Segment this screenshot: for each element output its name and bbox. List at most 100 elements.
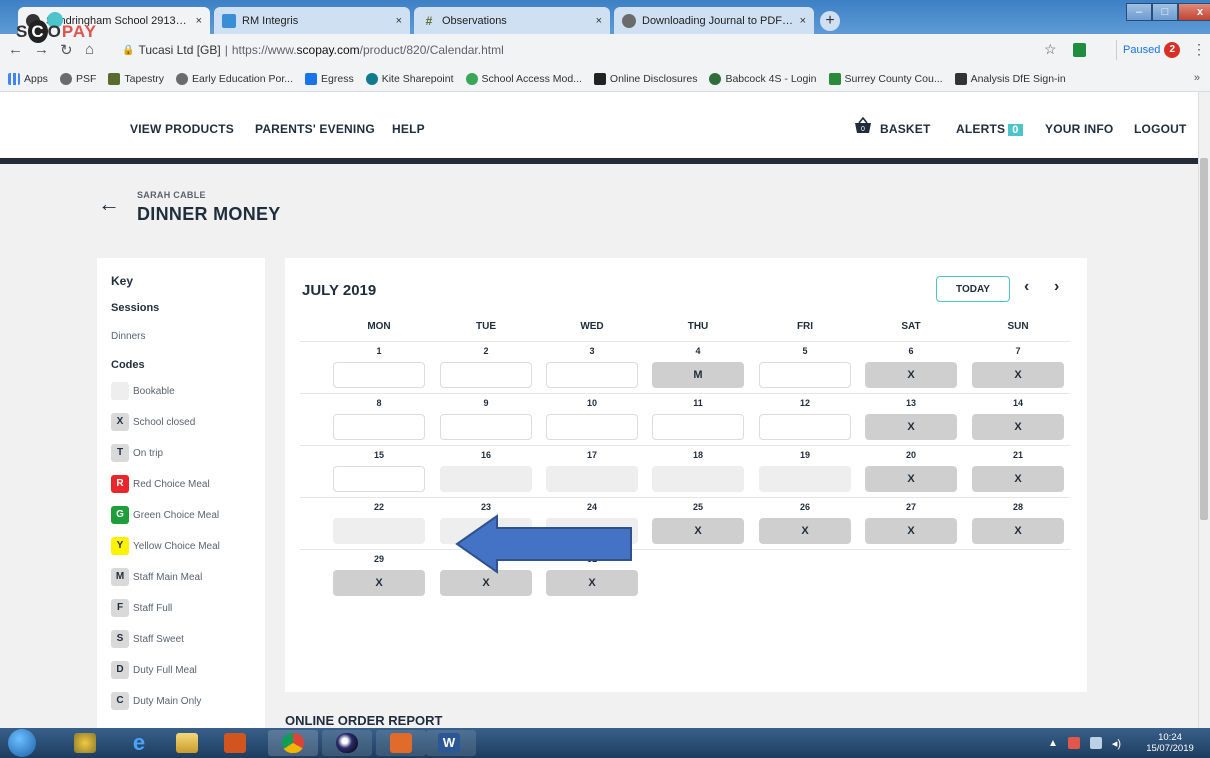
nav-parents-evening[interactable]: PARENTS' EVENING xyxy=(255,122,375,136)
close-window-button[interactable]: x xyxy=(1178,3,1210,21)
tab-close-icon[interactable]: × xyxy=(396,15,402,27)
page-scrollbar-thumb[interactable] xyxy=(1200,158,1208,520)
tab-close-icon[interactable]: × xyxy=(596,15,602,27)
bookmark-star-icon[interactable]: ☆ xyxy=(1044,41,1057,58)
url-prefix: https://www. xyxy=(231,43,297,57)
day-cell[interactable] xyxy=(759,362,851,388)
chrome-menu-icon[interactable]: ⋮ xyxy=(1192,41,1206,58)
babcock-icon xyxy=(709,72,722,85)
start-button[interactable] xyxy=(8,729,36,757)
nav-help[interactable]: HELP xyxy=(392,122,425,136)
home-icon[interactable]: ⌂ xyxy=(85,41,94,58)
network-icon[interactable] xyxy=(1089,737,1102,749)
day-number: 27 xyxy=(905,502,916,512)
new-tab-button[interactable]: + xyxy=(820,11,840,31)
bookmark-psf[interactable]: PSF xyxy=(59,72,96,85)
day-cell[interactable] xyxy=(440,414,532,440)
bookmark-surrey-county[interactable]: Surrey County Cou... xyxy=(828,72,943,85)
scopay-logo[interactable]: S C OPAY xyxy=(16,20,97,43)
bookmark-tapestry[interactable]: Tapestry xyxy=(108,72,164,85)
back-arrow-icon[interactable]: ← xyxy=(98,191,120,217)
key-code-chip: G xyxy=(111,506,129,524)
day-cell: X xyxy=(865,518,957,544)
back-icon[interactable]: ← xyxy=(8,41,23,58)
bookmarks-bar: Apps PSF Tapestry Early Education Por...… xyxy=(0,66,1210,92)
globe-icon xyxy=(59,72,72,85)
outlook-icon[interactable] xyxy=(224,733,246,753)
day-number: 18 xyxy=(692,450,703,460)
sheets-extension-icon[interactable] xyxy=(1073,43,1086,57)
taskbar-clock[interactable]: 10:24 15/07/2019 xyxy=(1140,732,1200,754)
dfe-icon xyxy=(954,72,967,85)
day-cell[interactable] xyxy=(759,414,851,440)
nav-alerts[interactable]: ALERTS 0 xyxy=(956,122,1023,136)
tab-downloading-journal[interactable]: Downloading Journal to PDF - Ta × xyxy=(614,7,814,34)
bookmark-analysis-dfe[interactable]: Analysis DfE Sign-in xyxy=(954,72,1066,85)
sessions-heading: Sessions xyxy=(111,302,160,314)
volume-icon[interactable]: ◂) xyxy=(1112,737,1121,750)
day-number: 10 xyxy=(586,398,597,408)
surrey-icon xyxy=(828,72,841,85)
day-cell[interactable] xyxy=(333,466,425,492)
internet-explorer-icon[interactable]: e xyxy=(128,732,150,754)
profile-paused-button[interactable]: Paused 2 xyxy=(1116,40,1184,60)
tray-alert-icon[interactable] xyxy=(1067,737,1080,749)
key-code-chip: X xyxy=(111,413,129,431)
rm-integris-favicon-icon xyxy=(222,13,236,28)
next-month-icon[interactable]: › xyxy=(1054,278,1059,296)
reload-icon[interactable]: ↻ xyxy=(60,41,73,59)
key-code-label: Duty Full Meal xyxy=(133,664,197,676)
day-cell[interactable] xyxy=(333,362,425,388)
globe-icon xyxy=(176,72,189,85)
day-cell[interactable] xyxy=(333,414,425,440)
nav-basket[interactable]: BASKET xyxy=(880,122,931,136)
nav-view-products[interactable]: VIEW PRODUCTS xyxy=(130,122,234,136)
paint-app-icon[interactable] xyxy=(74,733,96,753)
basket-icon[interactable]: 0 xyxy=(853,116,873,140)
day-number: 21 xyxy=(1012,450,1023,460)
today-button[interactable]: TODAY xyxy=(936,276,1010,302)
bookmarks-more-icon[interactable]: » xyxy=(1194,72,1200,84)
alerts-count-badge: 0 xyxy=(1008,124,1023,136)
minimize-button[interactable]: – xyxy=(1126,3,1152,21)
bookmark-egress[interactable]: Egress xyxy=(305,72,354,85)
url-input[interactable]: 🔒 Tucasi Ltd [GB] | https://www.scopay.c… xyxy=(122,39,1012,61)
bookmark-babcock[interactable]: Babcock 4S - Login xyxy=(709,72,817,85)
key-code-row: Y Yellow Choice Meal xyxy=(111,537,220,555)
day-number: 3 xyxy=(589,346,595,356)
calendar-row-divider xyxy=(300,549,1070,550)
day-cell: X xyxy=(865,362,957,388)
bookmark-kite-sharepoint[interactable]: Kite Sharepoint xyxy=(365,72,454,85)
tab-observations[interactable]: # Observations × xyxy=(414,7,610,34)
day-cell[interactable] xyxy=(440,362,532,388)
day-cell[interactable] xyxy=(546,362,638,388)
bookmark-online-disclosures[interactable]: Online Disclosures xyxy=(593,72,697,85)
previous-month-icon[interactable]: ‹ xyxy=(1024,278,1029,296)
day-cell: X xyxy=(865,414,957,440)
day-cell[interactable] xyxy=(546,414,638,440)
tray-expand-icon[interactable]: ▲ xyxy=(1048,738,1058,749)
key-code-row: X School closed xyxy=(111,413,195,431)
key-code-chip: M xyxy=(111,568,129,586)
bookmark-early-education[interactable]: Early Education Por... xyxy=(176,72,293,85)
day-cell: X xyxy=(759,518,851,544)
forward-icon[interactable]: → xyxy=(34,41,49,58)
day-cell: M xyxy=(652,362,744,388)
nav-logout[interactable]: LOGOUT xyxy=(1134,122,1187,136)
key-code-row: R Red Choice Meal xyxy=(111,475,210,493)
bookmark-school-access[interactable]: School Access Mod... xyxy=(465,72,582,85)
tab-close-icon[interactable]: × xyxy=(196,15,202,27)
file-explorer-icon[interactable] xyxy=(176,733,198,753)
powerpoint-icon xyxy=(390,733,412,753)
day-cell[interactable] xyxy=(652,414,744,440)
tab-rm-integris[interactable]: RM Integris × xyxy=(214,7,410,34)
tab-close-icon[interactable]: × xyxy=(800,15,806,27)
bookmark-apps[interactable]: Apps xyxy=(8,72,48,85)
day-number: 7 xyxy=(1015,346,1021,356)
maximize-button[interactable]: □ xyxy=(1152,3,1178,21)
key-code-row: T On trip xyxy=(111,444,163,462)
day-cell: X xyxy=(865,466,957,492)
day-number: 17 xyxy=(586,450,597,460)
day-cell: X xyxy=(652,518,744,544)
nav-your-info[interactable]: YOUR INFO xyxy=(1045,122,1113,136)
